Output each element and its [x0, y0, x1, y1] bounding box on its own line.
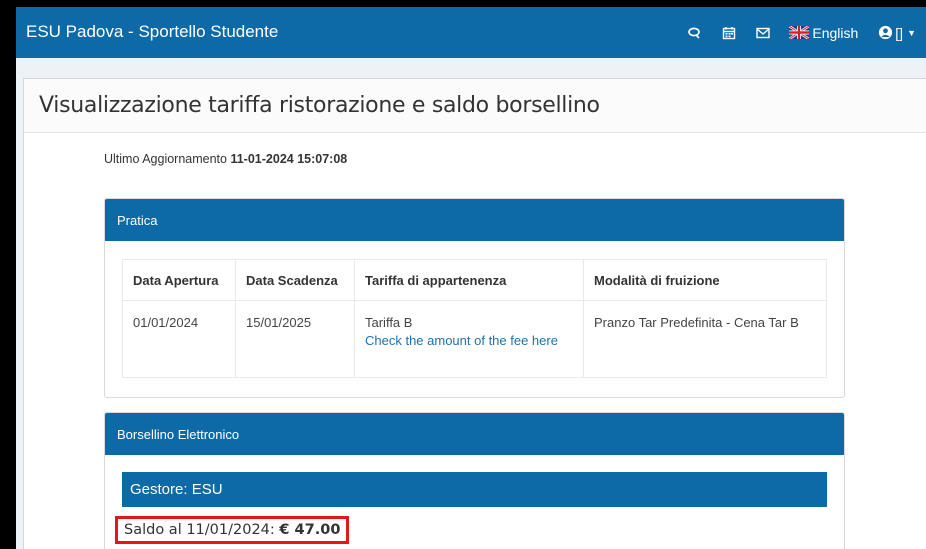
uk-flag-icon [789, 26, 810, 39]
user-menu[interactable]: [] ▼ [878, 25, 916, 41]
last-update-label: Ultimo Aggiornamento [104, 152, 227, 166]
navbar-actions: English [] ▼ [669, 7, 916, 58]
brand-title[interactable]: ESU Padova - Sportello Studente [26, 22, 278, 42]
page-title: Visualizzazione tariffa ristorazione e s… [39, 93, 600, 118]
caret-down-icon: ▼ [907, 27, 916, 38]
tariffa-value: Tariffa B [365, 315, 413, 330]
pratica-table: Data Apertura Data Scadenza Tariffa di a… [122, 259, 827, 378]
calendar-icon[interactable] [721, 25, 737, 41]
column-header: Data Scadenza [235, 259, 355, 301]
column-header: Tariffa di appartenenza [354, 259, 584, 301]
chat-icon[interactable] [687, 25, 703, 41]
cell-modalita: Pranzo Tar Predefinita - Cena Tar B [583, 300, 827, 378]
saldo-highlight: Saldo al 11/01/2024: € 47.00 [115, 516, 350, 544]
column-header: Data Apertura [122, 259, 236, 301]
saldo-label: Saldo al 11/01/2024: [124, 522, 275, 538]
language-selector[interactable]: English [789, 25, 858, 41]
page-header: Visualizzazione tariffa ristorazione e s… [24, 79, 926, 133]
borsellino-panel-title: Borsellino Elettronico [105, 413, 844, 455]
table-row: 01/01/2024 15/01/2025 Tariffa B Check th… [122, 300, 827, 378]
pratica-panel-title: Pratica [105, 199, 844, 241]
app-frame: ESU Padova - Sportello Studente English … [16, 7, 926, 549]
cell-data-apertura: 01/01/2024 [122, 300, 236, 378]
table-header-row: Data Apertura Data Scadenza Tariffa di a… [122, 259, 827, 301]
cell-tariffa: Tariffa B Check the amount of the fee he… [354, 300, 584, 378]
fee-amount-link[interactable]: Check the amount of the fee here [365, 333, 573, 348]
borsellino-panel: Borsellino Elettronico Gestore: ESU Sald… [104, 412, 845, 549]
cell-data-scadenza: 15/01/2025 [235, 300, 355, 378]
language-label: English [812, 24, 859, 41]
gestore-header: Gestore: ESU [122, 472, 827, 507]
content-box: Visualizzazione tariffa ristorazione e s… [23, 78, 926, 549]
user-circle-icon [879, 25, 893, 40]
saldo-value: € 47.00 [279, 522, 341, 538]
pratica-panel: Pratica Data Apertura Data Scadenza Tari… [104, 198, 845, 398]
last-update: Ultimo Aggiornamento 11-01-2024 15:07:08 [104, 152, 347, 166]
mail-icon[interactable] [755, 25, 771, 41]
navbar: ESU Padova - Sportello Studente English … [16, 7, 926, 58]
last-update-value: 11-01-2024 15:07:08 [230, 152, 348, 166]
column-header: Modalità di fruizione [583, 259, 827, 301]
user-label: [] [895, 24, 904, 41]
